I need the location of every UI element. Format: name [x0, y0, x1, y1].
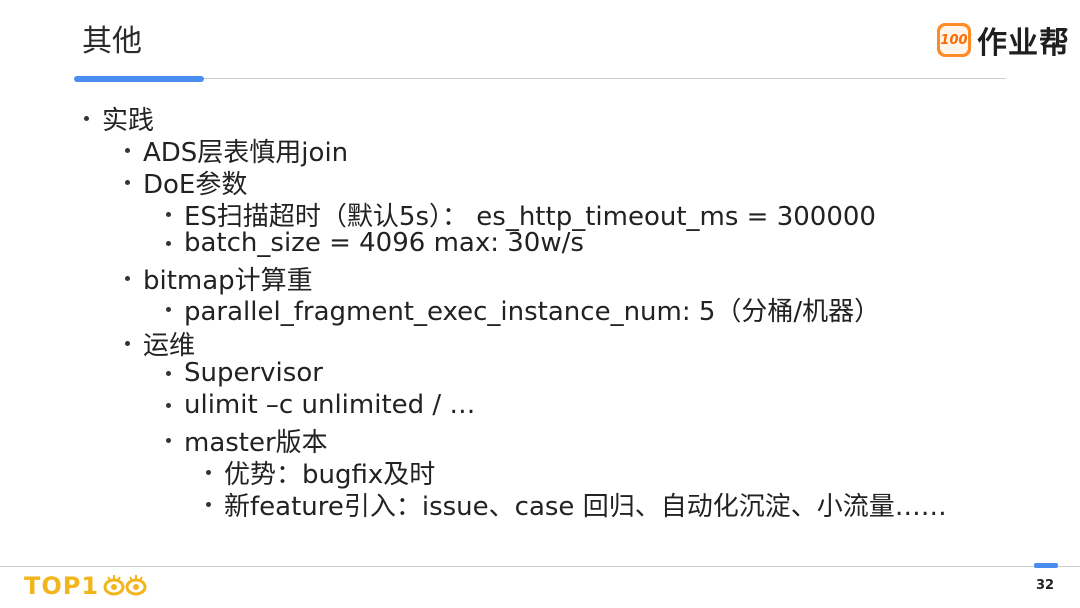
list-item-text: ulimit –c unlimited / …: [184, 390, 476, 420]
list-item-text: parallel_fragment_exec_instance_num: 5（分…: [184, 297, 881, 327]
list-item-text: 新feature引入：issue、case 回归、自动化沉淀、小流量……: [224, 492, 947, 522]
bullet-icon: [125, 276, 130, 281]
logo-100-icon: 100: [937, 23, 971, 57]
list-item-text: batch_size = 4096 max: 30w/s: [184, 228, 584, 258]
zuoyebang-logo: 100 作业帮: [937, 18, 1070, 62]
list-item: Supervisor: [166, 358, 323, 388]
bullet-icon: [84, 116, 89, 121]
bullet-icon: [206, 502, 211, 507]
list-item: 运维: [125, 325, 195, 362]
title-divider: [74, 78, 1006, 79]
list-item: parallel_fragment_exec_instance_num: 5（分…: [166, 291, 880, 328]
logo-text: 作业帮: [977, 26, 1070, 61]
bullet-icon: [206, 470, 211, 475]
bullet-icon: [166, 307, 171, 312]
bullet-icon: [125, 148, 130, 153]
top100-logo: TOP1: [24, 572, 149, 600]
bullet-icon: [166, 370, 171, 376]
page-title: 其他: [82, 24, 142, 59]
list-item: 新feature引入：issue、case 回归、自动化沉淀、小流量……: [206, 486, 947, 523]
list-item: batch_size = 4096 max: 30w/s: [166, 228, 584, 258]
logo-badge-text: 100: [940, 26, 968, 54]
list-item-text: 运维: [143, 331, 196, 361]
page-number: 32: [1036, 578, 1055, 593]
bullet-icon: [125, 341, 130, 346]
brand-text: TOP1: [24, 572, 100, 600]
list-item-text: Supervisor: [184, 358, 323, 388]
bullet-icon: [125, 180, 130, 185]
list-item: ulimit –c unlimited / …: [166, 390, 475, 420]
eyes-icon: [103, 575, 149, 597]
bullet-icon: [166, 402, 171, 408]
bullet-icon: [166, 240, 171, 246]
footer-divider: [0, 566, 1080, 567]
footer-accent-bar: [1034, 563, 1058, 568]
bullet-icon: [166, 438, 171, 443]
title-accent-bar: [74, 76, 204, 82]
bullet-icon: [166, 212, 171, 217]
